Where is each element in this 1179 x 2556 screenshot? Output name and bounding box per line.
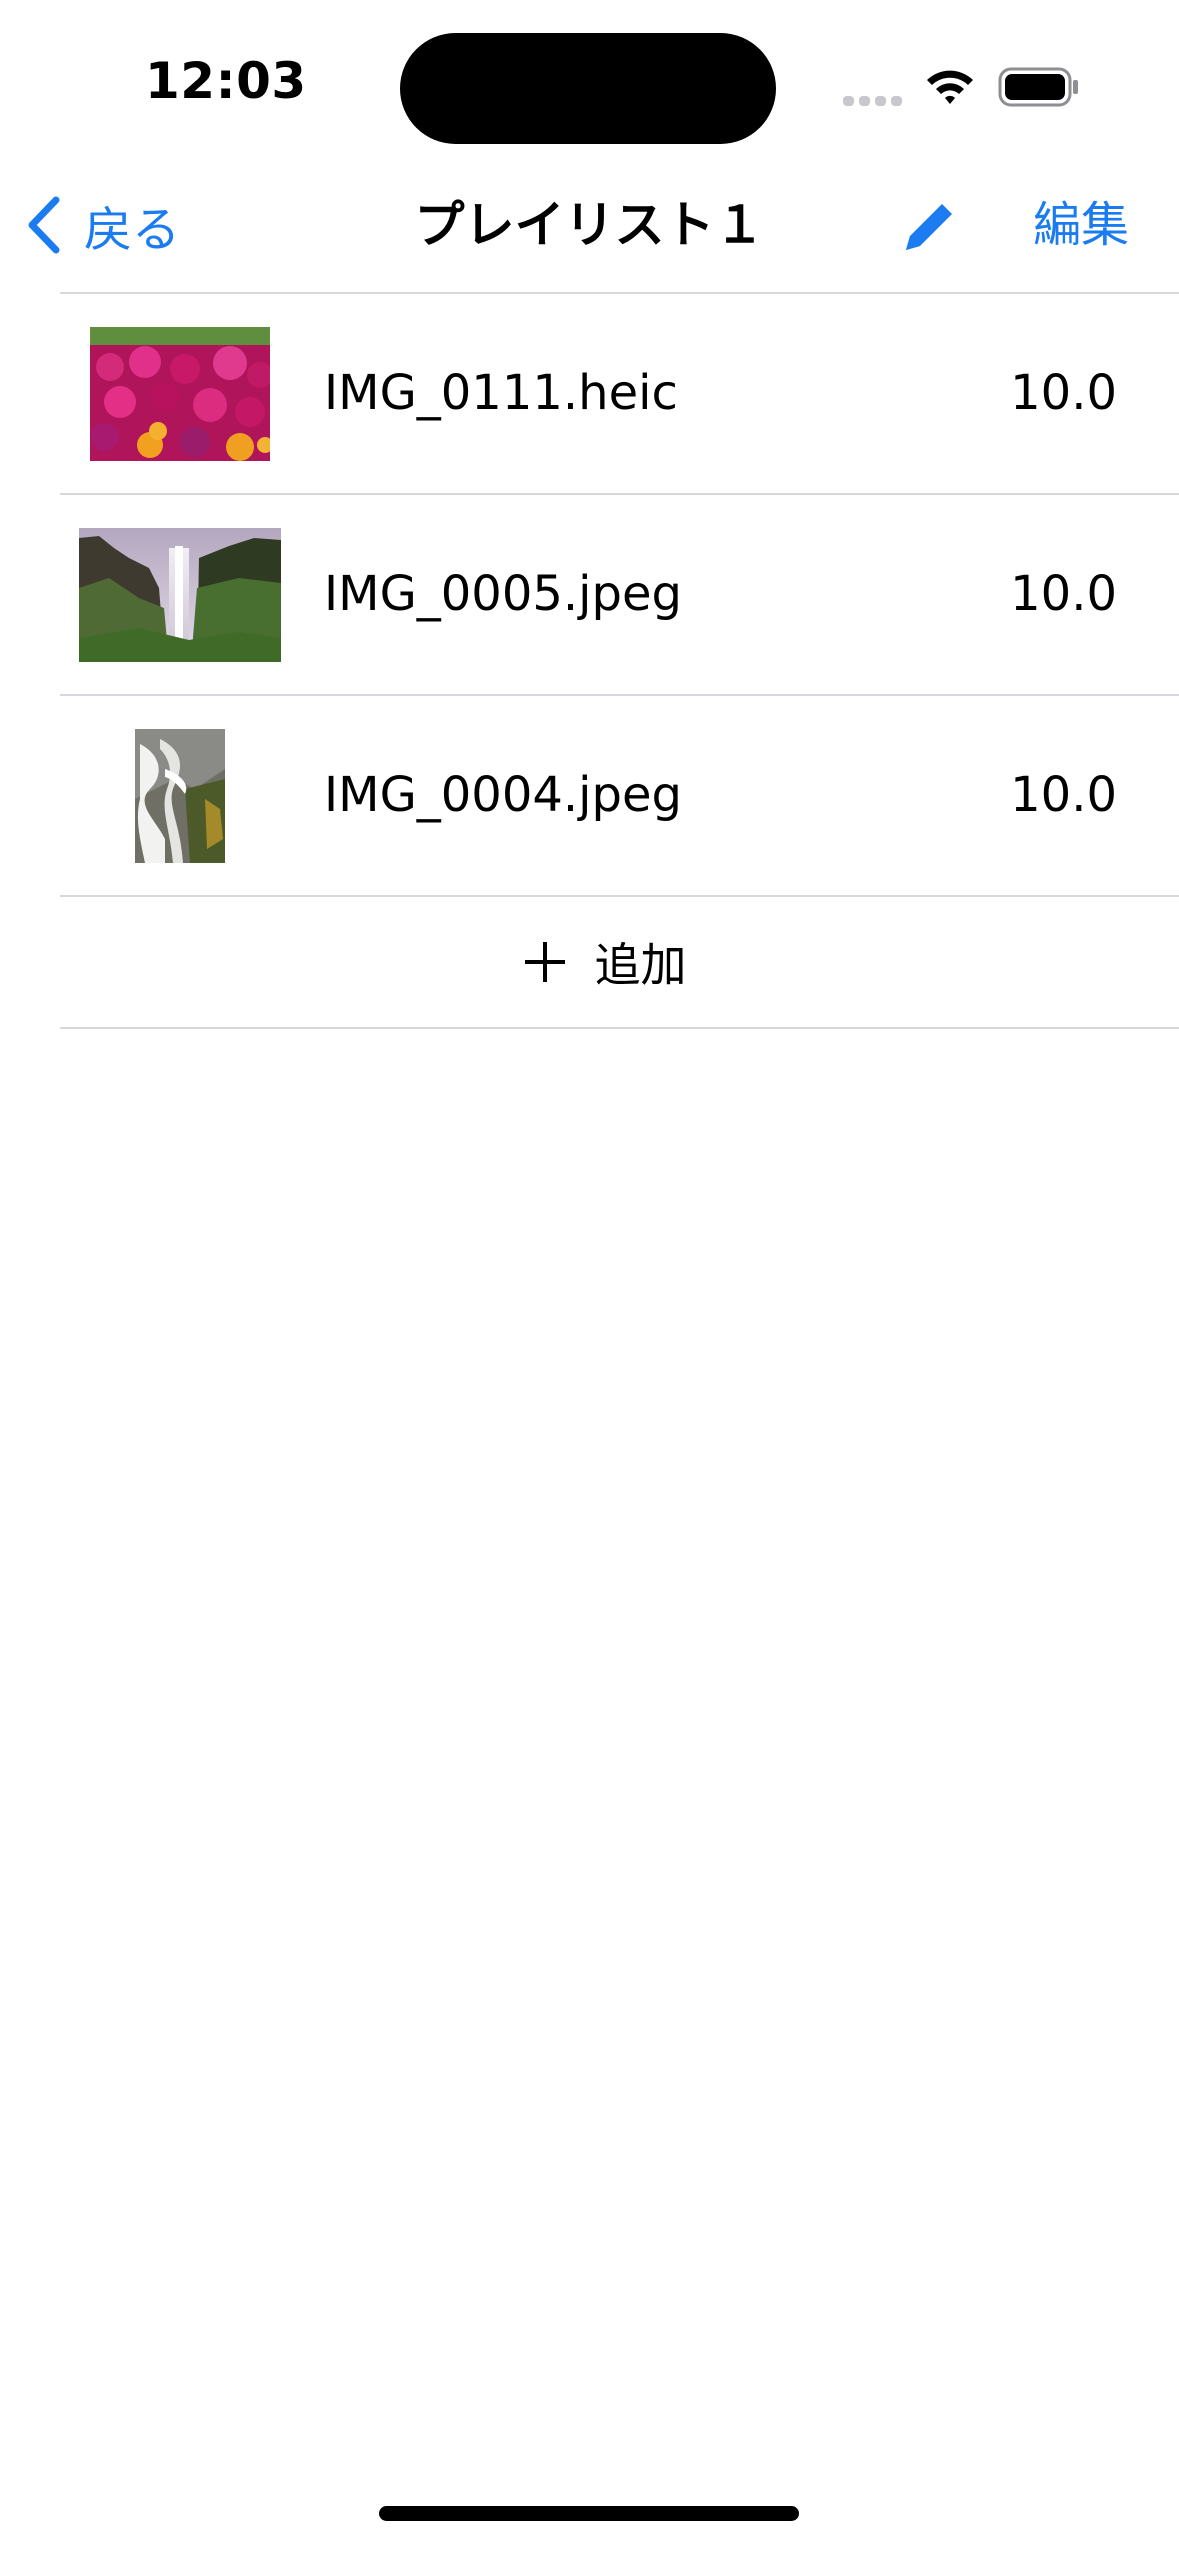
thumbnail-waterfall-landscape	[79, 527, 281, 662]
wifi-icon	[927, 70, 973, 104]
edit-button[interactable]: 編集	[1033, 190, 1129, 260]
thumbnail-waterfall-portrait	[135, 728, 225, 863]
list-item[interactable]: IMG_0111.heic 10.0	[60, 294, 1179, 493]
dynamic-island	[400, 33, 776, 144]
item-name: IMG_0005.jpeg	[324, 566, 682, 622]
item-value: 10.0	[1010, 767, 1117, 823]
playlist-list: IMG_0111.heic 10.0 IMG_0005.jpeg 10.0 IM…	[60, 292, 1179, 1029]
add-button-label: 追加	[594, 938, 687, 992]
item-value: 10.0	[1010, 365, 1117, 421]
list-item[interactable]: IMG_0004.jpeg 10.0	[60, 696, 1179, 895]
divider	[60, 1027, 1179, 1029]
item-name: IMG_0004.jpeg	[324, 767, 682, 823]
back-button[interactable]: 戻る	[22, 190, 180, 260]
thumbnail-flowers	[90, 326, 270, 461]
back-button-label: 戻る	[84, 202, 181, 258]
home-indicator[interactable]	[379, 2506, 799, 2521]
battery-icon	[998, 67, 1078, 107]
item-name: IMG_0111.heic	[324, 365, 678, 421]
item-value: 10.0	[1010, 566, 1117, 622]
list-item[interactable]: IMG_0005.jpeg 10.0	[60, 495, 1179, 694]
plus-icon	[524, 942, 565, 982]
add-button[interactable]: 追加	[60, 897, 1179, 1027]
chevron-left-icon	[28, 196, 60, 254]
status-time: 12:03	[145, 52, 307, 110]
pencil-icon[interactable]	[898, 198, 958, 258]
cellular-signal-icon	[843, 96, 902, 106]
screen: 12:03 プレイリスト１ 戻る 編集 IMG_0111.heic 10.0 I…	[0, 0, 1179, 2556]
